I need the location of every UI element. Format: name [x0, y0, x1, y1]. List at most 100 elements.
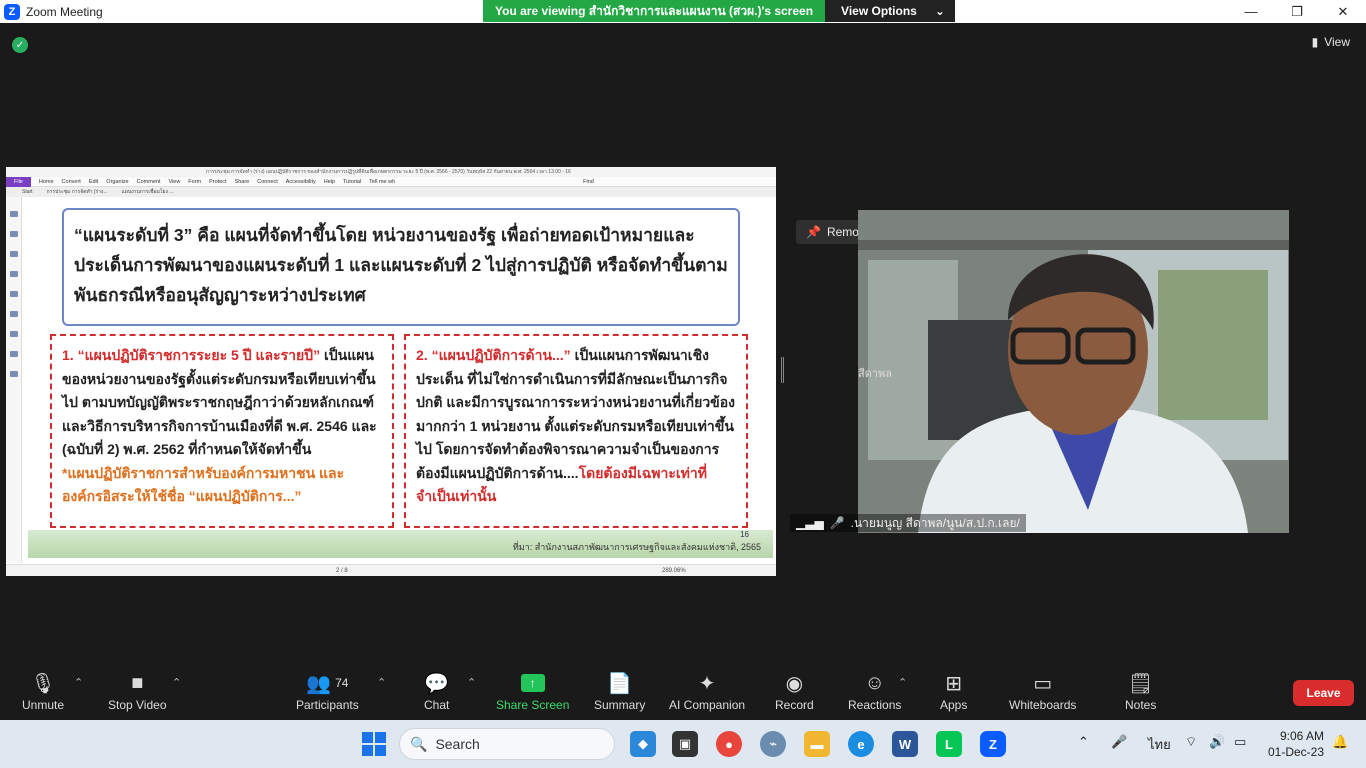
volume-icon[interactable]: 🔊 — [1209, 734, 1225, 750]
participant-name: .นายมนูญ สีดาพล/นูน/ส.ป.ก.เลย/ — [850, 515, 1020, 530]
pages-icon[interactable] — [9, 231, 18, 237]
word-icon[interactable]: W — [892, 731, 918, 757]
pdf-menu-organize[interactable]: Organize — [106, 179, 128, 185]
leave-button[interactable]: Leave — [1293, 680, 1354, 706]
file-explorer-icon[interactable]: ▬ — [804, 731, 830, 757]
source-citation: ที่มา: สำนักงานสภาพัฒนาการเศรษฐกิจและสัง… — [512, 542, 761, 552]
pdf-find-field[interactable]: Find — [583, 179, 594, 185]
encryption-shield-icon[interactable]: ✓ — [12, 37, 28, 53]
viewing-message: You are viewing สำนักวิชาการและแผนงาน (ส… — [483, 0, 826, 22]
summary-document-icon: 📄 — [607, 672, 633, 695]
pdf-menu-share[interactable]: Share — [235, 179, 250, 185]
input-language[interactable]: ไทย — [1148, 734, 1171, 755]
microphone-tray-icon[interactable]: 🎤 — [1111, 734, 1127, 750]
pdf-menu-form[interactable]: Form — [188, 179, 201, 185]
participant-video[interactable]: สีดาพล — [858, 210, 1289, 533]
muted-microphone-icon: 🎙 — [30, 672, 56, 695]
record-button[interactable]: ◉ Record — [775, 670, 814, 713]
pdf-menu-tutorial[interactable]: Tutorial — [343, 179, 361, 185]
video-options-caret[interactable]: ⌃ — [172, 676, 181, 689]
shared-screen[interactable]: การประชุม การจัดทำ (ร่าง) แผนปฏิบัติราชก… — [6, 167, 776, 576]
layers-icon[interactable] — [9, 271, 18, 277]
pdf-menu-connect[interactable]: Connect — [257, 179, 278, 185]
attachment-icon[interactable] — [9, 291, 18, 297]
wifi-icon[interactable]: ⌔ — [1185, 734, 1197, 750]
unmute-button[interactable]: 🎙 Unmute — [22, 670, 64, 713]
plan-box-left-note: *แผนปฏิบัติราชการสำหรับองค์การมหาชน และอ… — [62, 464, 345, 505]
pdf-menu-home[interactable]: Home — [39, 179, 54, 185]
pdf-zoom-level[interactable]: 289.06% — [662, 568, 686, 574]
view-options-label: View Options — [841, 4, 917, 18]
close-button[interactable]: ✕ — [1320, 0, 1366, 23]
record-label: Record — [775, 698, 814, 712]
participant-namebar: ▁▃▅ 🎤 .นายมนูญ สีดาพล/นูน/ส.ป.ก.เลย/ — [790, 514, 1026, 532]
chat-label: Chat — [424, 698, 450, 712]
taskbar-clock[interactable]: 9:06 AM 01-Dec-23 — [1262, 728, 1324, 760]
pdf-page-indicator[interactable]: 2 / 8 — [336, 568, 348, 574]
pdf-menu-file[interactable]: File — [6, 176, 31, 187]
form-icon[interactable] — [9, 351, 18, 357]
view-button[interactable]: ▮ View — [1312, 35, 1350, 49]
view-options-button[interactable]: View Options ⌄ — [825, 0, 955, 22]
share-screen-label: Share Screen — [496, 698, 570, 712]
apps-label: Apps — [940, 698, 968, 712]
clock-time: 9:06 AM — [1279, 729, 1324, 743]
record-icon: ◉ — [785, 672, 804, 695]
share-screen-button[interactable]: ↑ Share Screen — [496, 670, 569, 712]
stamp-icon[interactable] — [9, 371, 18, 377]
view-button-label: View — [1324, 35, 1350, 49]
split-resize-handle[interactable] — [781, 357, 784, 383]
bookmark-icon[interactable] — [9, 211, 18, 217]
stop-video-button[interactable]: ■ Stop Video — [108, 670, 167, 713]
plan-box-left: 1. “แผนปฏิบัติราชการระยะ 5 ปี และรายปี” … — [50, 334, 394, 528]
pdf-menu-accessibility[interactable]: Accessibility — [286, 179, 316, 185]
search-icon: 🔍 — [410, 735, 428, 752]
taskbar-search[interactable]: 🔍 Search — [399, 728, 615, 760]
edge-icon[interactable]: e — [848, 731, 874, 757]
view-layout-icon: ▮ — [1311, 35, 1319, 49]
reactions-button[interactable]: ☺ Reactions — [848, 670, 901, 713]
pdf-menu-tell-me[interactable]: Tell me wh — [369, 179, 395, 185]
summary-button[interactable]: 📄 Summary — [594, 670, 645, 713]
participants-options-caret[interactable]: ⌃ — [377, 676, 386, 689]
zoom-taskbar-icon[interactable]: Z — [980, 731, 1006, 757]
pdf-menu-protect[interactable]: Protect — [209, 179, 226, 185]
pdf-menu-bar: File Home Convert Edit Organize Comment … — [6, 176, 776, 187]
pdf-tab-start[interactable]: Start — [22, 189, 33, 195]
wall-sign-text: สีดาพล — [858, 367, 892, 380]
tray-overflow-icon[interactable]: ⌃ — [1078, 734, 1089, 750]
apps-button[interactable]: ⊞ Apps — [940, 670, 968, 713]
comment-icon[interactable] — [9, 251, 18, 257]
pdf-menu-view[interactable]: View — [168, 179, 180, 185]
task-view-icon[interactable]: ▣ — [672, 731, 698, 757]
pdf-tab-meeting[interactable]: การประชุม การจัดทำ (ร่าง... — [47, 188, 108, 196]
copilot-icon[interactable]: ◆ — [630, 731, 656, 757]
reactions-options-caret[interactable]: ⌃ — [898, 676, 907, 689]
network-app-icon[interactable]: ⌁ — [760, 731, 786, 757]
maximize-button[interactable]: ❐ — [1274, 0, 1320, 23]
lock-icon[interactable] — [9, 331, 18, 337]
minimize-button[interactable]: — — [1228, 0, 1274, 23]
participants-button[interactable]: 👥 74 Participants — [296, 670, 359, 713]
pdf-menu-help[interactable]: Help — [324, 179, 335, 185]
emoji-plus-icon: ☺ — [864, 671, 885, 694]
ai-companion-button[interactable]: ✦ AI Companion — [669, 670, 745, 713]
chat-options-caret[interactable]: ⌃ — [467, 676, 476, 689]
notification-bell-icon[interactable]: 🔔 — [1332, 734, 1348, 750]
pdf-tab-plan[interactable]: แผนงานการเชื่อมโยง ... — [122, 188, 174, 196]
pdf-menu-convert[interactable]: Convert — [62, 179, 81, 185]
pdf-menu-edit[interactable]: Edit — [89, 179, 98, 185]
signature-icon[interactable] — [9, 311, 18, 317]
windows-start-icon[interactable] — [362, 732, 386, 756]
whiteboards-button[interactable]: ▭ Whiteboards — [1009, 670, 1076, 713]
chrome-icon[interactable]: ● — [716, 731, 742, 757]
window-titlebar: Z Zoom Meeting You are viewing สำนักวิชา… — [0, 0, 1366, 23]
meeting-toolbar: 🎙 Unmute ⌃ ■ Stop Video ⌃ 👥 74 Participan… — [0, 660, 1366, 720]
audio-options-caret[interactable]: ⌃ — [74, 676, 83, 689]
chat-button[interactable]: 💬 Chat — [424, 670, 450, 713]
line-app-icon[interactable]: L — [936, 731, 962, 757]
plan-box-left-body: เป็นแผนของหน่วยงานของรัฐตั้งแต่ระดับกรมห… — [62, 347, 377, 457]
pdf-menu-comment[interactable]: Comment — [137, 179, 161, 185]
battery-icon[interactable]: ▭ — [1234, 734, 1246, 750]
notes-button[interactable]: 🗒 Notes — [1125, 670, 1156, 713]
